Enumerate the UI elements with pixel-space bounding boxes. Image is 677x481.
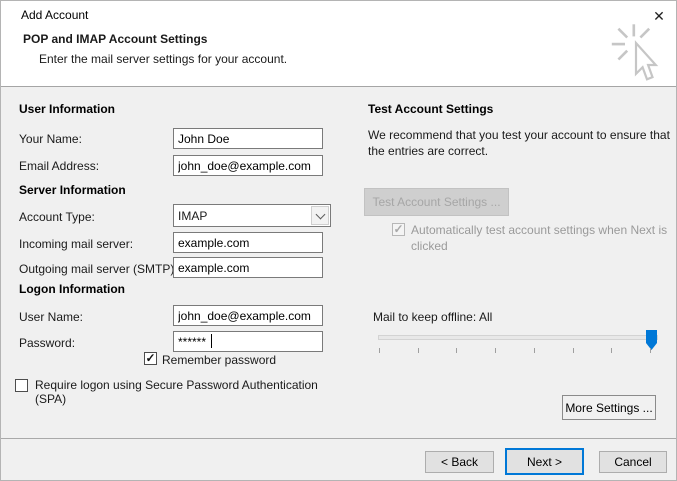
incoming-server-label: Incoming mail server: bbox=[19, 237, 134, 251]
slider-tick-marks bbox=[379, 348, 651, 353]
user-name-label: User Name: bbox=[19, 310, 84, 324]
your-name-input[interactable] bbox=[173, 128, 323, 149]
email-address-label: Email Address: bbox=[19, 159, 100, 173]
cancel-button[interactable]: Cancel bbox=[599, 451, 667, 473]
spa-label[interactable]: Require logon using Secure Password Auth… bbox=[35, 378, 341, 406]
offline-slider-thumb[interactable] bbox=[646, 330, 657, 350]
remember-password-label[interactable]: Remember password bbox=[162, 353, 276, 367]
offline-slider-value: All bbox=[479, 310, 493, 324]
back-button[interactable]: < Back bbox=[425, 451, 494, 473]
your-name-label: Your Name: bbox=[19, 132, 82, 146]
password-input[interactable] bbox=[173, 331, 323, 352]
next-button[interactable]: Next > bbox=[505, 448, 584, 475]
add-account-dialog: Add Account ✕ POP and IMAP Account Setti… bbox=[0, 0, 677, 481]
text-caret bbox=[211, 334, 212, 348]
email-address-input[interactable] bbox=[173, 155, 323, 176]
test-description: We recommend that you test your account … bbox=[368, 128, 670, 158]
footer-divider bbox=[1, 438, 676, 439]
remember-password-checkbox[interactable]: ✓ bbox=[144, 352, 157, 365]
click-cursor-icon bbox=[603, 23, 669, 88]
close-icon: ✕ bbox=[653, 8, 665, 24]
chevron-down-icon bbox=[315, 209, 325, 219]
auto-test-checkbox: ✓ bbox=[392, 222, 405, 236]
spa-checkbox[interactable] bbox=[15, 379, 28, 392]
section-logon-information: Logon Information bbox=[19, 282, 125, 296]
auto-test-label: Automatically test account settings when… bbox=[411, 223, 668, 253]
incoming-server-input[interactable] bbox=[173, 232, 323, 253]
account-type-label: Account Type: bbox=[19, 210, 95, 224]
window-title: Add Account bbox=[21, 8, 89, 22]
account-type-select[interactable]: IMAP bbox=[173, 204, 331, 227]
password-label: Password: bbox=[19, 336, 76, 350]
user-name-input[interactable] bbox=[173, 305, 323, 326]
account-type-value: IMAP bbox=[178, 208, 208, 223]
offline-slider-track[interactable] bbox=[378, 335, 658, 340]
more-settings-button[interactable]: More Settings ... bbox=[562, 395, 656, 420]
wizard-header: Add Account ✕ POP and IMAP Account Setti… bbox=[1, 1, 676, 87]
test-account-settings-button: Test Account Settings ... bbox=[364, 188, 509, 216]
page-subtitle: Enter the mail server settings for your … bbox=[39, 52, 288, 66]
outgoing-server-input[interactable] bbox=[173, 257, 323, 278]
outgoing-server-label: Outgoing mail server (SMTP): bbox=[19, 262, 178, 276]
offline-slider-label: Mail to keep offline: bbox=[373, 310, 477, 324]
section-server-information: Server Information bbox=[19, 183, 126, 197]
section-test-account-settings: Test Account Settings bbox=[368, 102, 494, 116]
page-title: POP and IMAP Account Settings bbox=[23, 32, 208, 46]
section-user-information: User Information bbox=[19, 102, 116, 116]
dropdown-button[interactable] bbox=[311, 206, 329, 225]
